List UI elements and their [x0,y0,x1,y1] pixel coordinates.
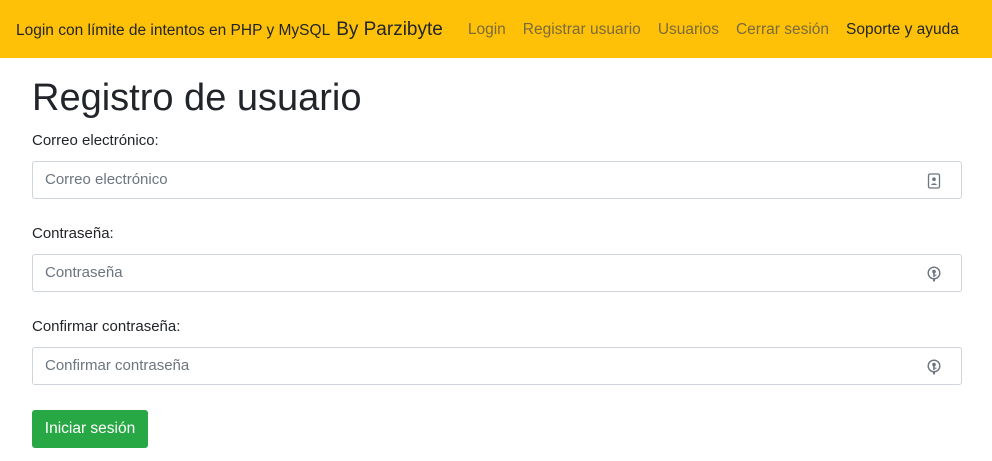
brand-author: By Parzibyte [336,19,443,40]
main-content: Registro de usuario Correo electrónico: … [32,58,962,448]
nav-link-register-user[interactable]: Registrar usuario [523,21,641,39]
email-field[interactable] [33,161,961,198]
navbar-brand[interactable]: Login con límite de intentos en PHP y My… [16,19,443,41]
email-label: Correo electrónico: [32,131,159,149]
email-field-wrapper [32,160,962,199]
nav-links: Login Registrar usuario Usuarios Cerrar … [468,21,959,39]
register-form: Correo electrónico: Contraseña: Confirma… [32,130,962,448]
confirm-password-field-wrapper [32,346,962,385]
nav-link-users[interactable]: Usuarios [658,21,719,39]
contact-card-icon[interactable] [927,172,941,189]
password-field[interactable] [33,254,961,291]
nav-link-logout[interactable]: Cerrar sesión [736,21,829,39]
brand-title: Login con límite de intentos en PHP y My… [16,22,331,39]
confirm-password-label: Confirmar contraseña: [32,317,181,335]
password-field-wrapper [32,253,962,292]
password-key-icon[interactable] [927,266,941,282]
nav-link-support[interactable]: Soporte y ayuda [846,21,959,39]
submit-button[interactable]: Iniciar sesión [32,410,148,448]
nav-link-login[interactable]: Login [468,21,506,39]
page-title: Registro de usuario [32,77,362,119]
password-key-icon[interactable] [927,359,941,375]
confirm-password-field[interactable] [33,347,961,384]
top-navbar: Login con límite de intentos en PHP y My… [0,0,992,58]
password-label: Contraseña: [32,224,114,242]
